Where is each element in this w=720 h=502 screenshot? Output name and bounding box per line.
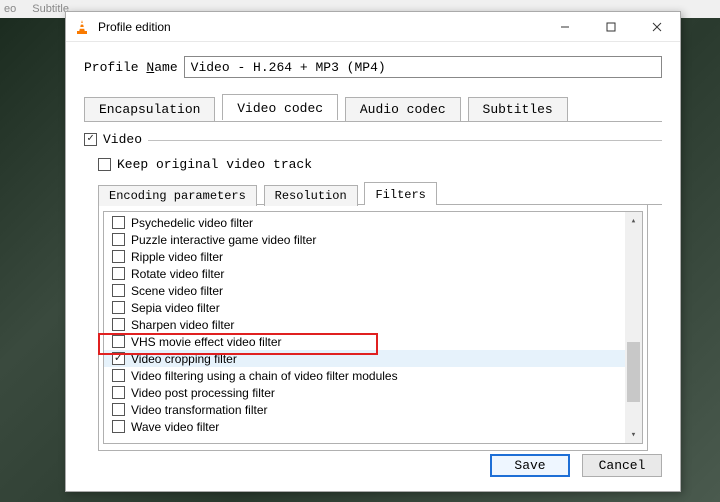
filter-checkbox[interactable] [112, 318, 125, 331]
filter-checkbox[interactable] [112, 420, 125, 433]
video-checkbox[interactable] [84, 133, 97, 146]
profile-edition-dialog: Profile edition Profile Name Encapsulati… [65, 11, 681, 492]
filter-item[interactable]: Video transformation filter [104, 401, 625, 418]
filter-item[interactable]: Puzzle interactive game video filter [104, 231, 625, 248]
subtab-filters[interactable]: Filters [364, 182, 436, 205]
filter-item[interactable]: Video cropping filter [104, 350, 625, 367]
filter-checkbox[interactable] [112, 284, 125, 297]
profile-name-row: Profile Name [84, 56, 662, 78]
filter-item[interactable]: Sepia video filter [104, 299, 625, 316]
vlc-cone-icon [74, 19, 90, 35]
filter-item[interactable]: Ripple video filter [104, 248, 625, 265]
video-fieldset: Video Keep original video track Encoding… [84, 132, 662, 451]
save-button[interactable]: Save [490, 454, 570, 477]
filter-checkbox[interactable] [112, 233, 125, 246]
filter-checkbox[interactable] [112, 267, 125, 280]
keep-original-label: Keep original video track [117, 157, 312, 172]
filter-label: Sepia video filter [131, 301, 220, 315]
filter-checkbox[interactable] [112, 369, 125, 382]
profile-name-label: Profile Name [84, 60, 178, 75]
filter-label: Scene video filter [131, 284, 223, 298]
filter-item[interactable]: VHS movie effect video filter [104, 333, 625, 350]
filter-item[interactable]: Video filtering using a chain of video f… [104, 367, 625, 384]
filter-checkbox[interactable] [112, 250, 125, 263]
filter-label: VHS movie effect video filter [131, 335, 282, 349]
minimize-button[interactable] [542, 12, 588, 42]
filter-label: Video filtering using a chain of video f… [131, 369, 398, 383]
filter-label: Video transformation filter [131, 403, 268, 417]
main-tab-strip: Encapsulation Video codec Audio codec Su… [84, 94, 662, 120]
bg-menu-item[interactable]: Subtitle [32, 3, 69, 15]
sub-tab-strip: Encoding parameters Resolution Filters [98, 182, 662, 205]
filter-label: Rotate video filter [131, 267, 224, 281]
tab-subtitles[interactable]: Subtitles [468, 97, 568, 121]
window-controls [542, 12, 680, 42]
titlebar: Profile edition [66, 12, 680, 42]
scroll-thumb[interactable] [627, 342, 640, 402]
scroll-down-icon[interactable]: ▾ [625, 426, 642, 443]
filter-label: Sharpen video filter [131, 318, 234, 332]
close-button[interactable] [634, 12, 680, 42]
filter-item[interactable]: Wave video filter [104, 418, 625, 435]
filter-item[interactable]: Rotate video filter [104, 265, 625, 282]
filter-checkbox[interactable] [112, 386, 125, 399]
dialog-body: Profile Name Encapsulation Video codec A… [66, 42, 680, 491]
cancel-button[interactable]: Cancel [582, 454, 662, 477]
filter-checkbox[interactable] [112, 301, 125, 314]
keep-original-row: Keep original video track [98, 157, 662, 172]
video-checkbox-label: Video [103, 132, 142, 147]
filter-label: Ripple video filter [131, 250, 223, 264]
keep-original-checkbox[interactable] [98, 158, 111, 171]
filter-label: Video post processing filter [131, 386, 275, 400]
filter-label: Wave video filter [131, 420, 219, 434]
filters-panel: Psychedelic video filter Puzzle interacti… [98, 205, 648, 451]
scroll-up-icon[interactable]: ▴ [625, 212, 642, 229]
subtab-encoding-parameters[interactable]: Encoding parameters [98, 185, 257, 206]
subtab-resolution[interactable]: Resolution [264, 185, 358, 206]
filter-checkbox[interactable] [112, 216, 125, 229]
filter-checkbox[interactable] [112, 352, 125, 365]
filter-checkbox[interactable] [112, 335, 125, 348]
maximize-button[interactable] [588, 12, 634, 42]
filters-listbox: Psychedelic video filter Puzzle interacti… [103, 211, 643, 444]
filter-item[interactable]: Scene video filter [104, 282, 625, 299]
dialog-button-row: Save Cancel [490, 454, 662, 477]
filter-item[interactable]: Psychedelic video filter [104, 214, 625, 231]
tab-encapsulation[interactable]: Encapsulation [84, 97, 215, 121]
dialog-title: Profile edition [98, 20, 542, 34]
filter-label: Video cropping filter [131, 352, 237, 366]
filter-label: Psychedelic video filter [131, 216, 253, 230]
filter-checkbox[interactable] [112, 403, 125, 416]
filter-label: Puzzle interactive game video filter [131, 233, 316, 247]
tab-audio-codec[interactable]: Audio codec [345, 97, 461, 121]
profile-name-input[interactable] [184, 56, 662, 78]
filter-item[interactable]: Sharpen video filter [104, 316, 625, 333]
filter-item[interactable]: Video post processing filter [104, 384, 625, 401]
bg-menu-item[interactable]: eo [4, 3, 16, 15]
scrollbar-vertical[interactable]: ▴ ▾ [625, 212, 642, 443]
tab-video-codec[interactable]: Video codec [222, 94, 338, 120]
